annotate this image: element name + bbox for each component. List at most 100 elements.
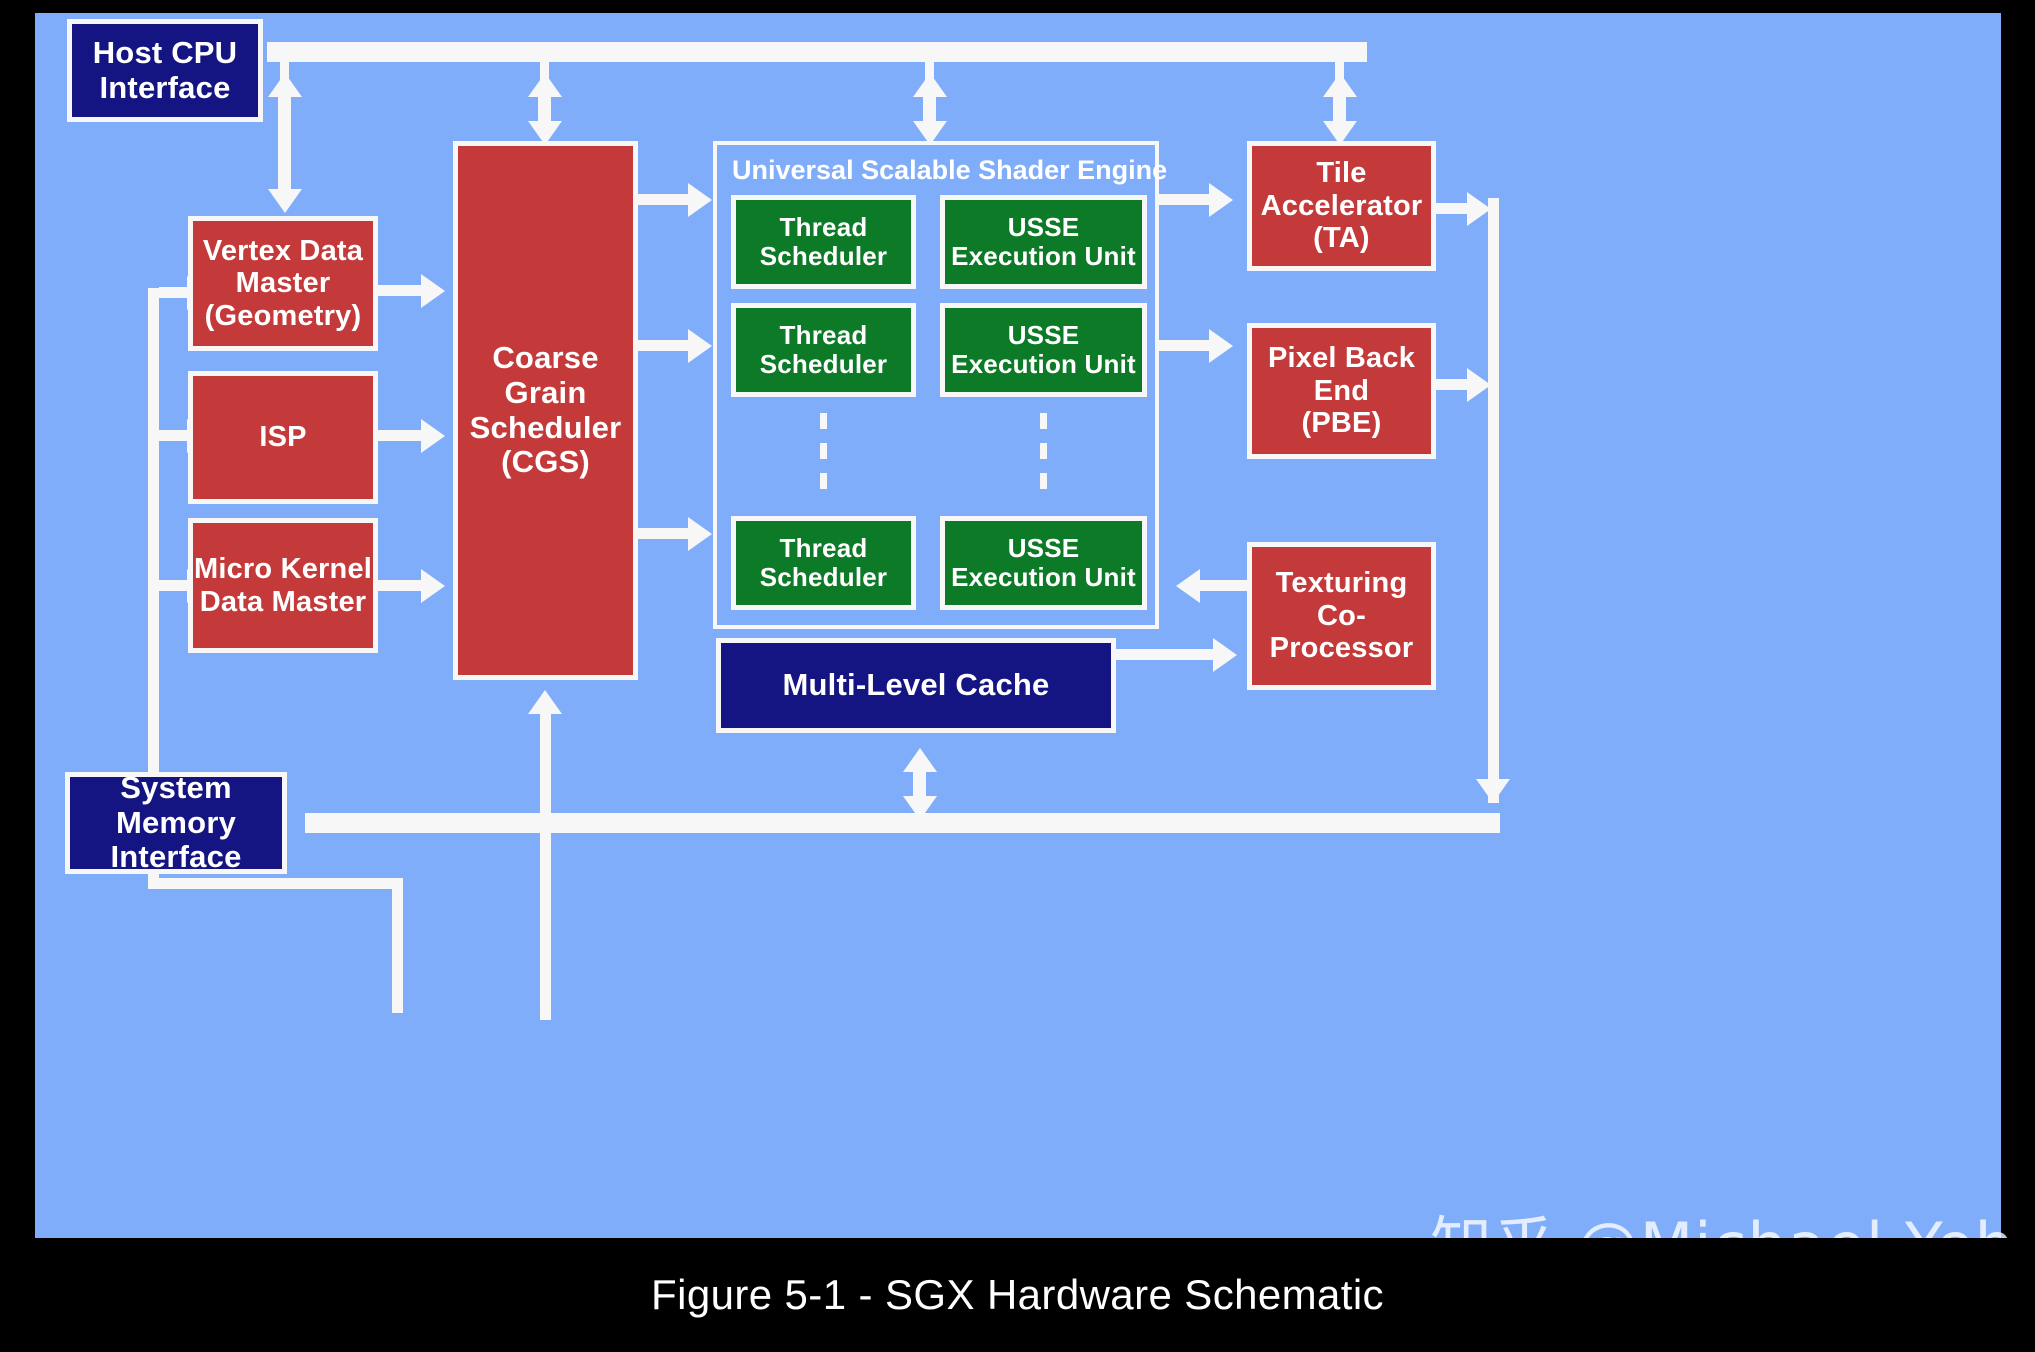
usse-execution-unit-box-2[interactable]: USSE Execution Unit (940, 303, 1147, 397)
system-memory-interface-box[interactable]: System Memory Interface (65, 769, 287, 875)
usse-ellipsis (1040, 413, 1047, 503)
system-memory-line-2: Interface (110, 839, 242, 875)
arrow-cgs-to-hostbus-head (528, 73, 562, 97)
vertex-data-master-line-1: Vertex Data (202, 234, 364, 267)
cache-to-texco-shaft (1116, 649, 1216, 660)
system-memory-line-1: System Memory (115, 769, 237, 840)
cgs-to-usse-shaft-2 (638, 340, 690, 351)
usse-execution-unit-label-2: USSE Execution Unit (951, 320, 1136, 379)
arrow-hostbus-to-vdm-head (268, 189, 302, 213)
thread-scheduler-box-1[interactable]: Thread Scheduler (731, 195, 916, 289)
texturing-co-processor-box[interactable]: Texturing Co- Processor (1247, 542, 1436, 690)
tile-accelerator-box[interactable]: Tile Accelerator (TA) (1247, 141, 1436, 271)
thread-scheduler-box-3[interactable]: Thread Scheduler (731, 516, 916, 610)
thread-scheduler-2-line-1: Thread (779, 319, 868, 350)
usse-to-pbe-head (1209, 329, 1233, 363)
system-memory-interface-label: System Memory Interface (70, 769, 282, 875)
host-bus-horizontal (267, 42, 1367, 62)
usse-2-line-2: Execution Unit (951, 349, 1136, 379)
texco-to-usse-head (1176, 569, 1200, 603)
thread-scheduler-1-line-2: Scheduler (759, 241, 888, 271)
memory-feed-cgs-head (528, 690, 562, 714)
vertex-data-master-line-2: Master (235, 267, 331, 300)
vertex-data-master-line-3: (Geometry) (204, 299, 362, 332)
vertex-data-master-label: Vertex Data Master (Geometry) (203, 235, 363, 332)
pbe-line-2: End (1313, 374, 1370, 407)
usse-execution-unit-box-1[interactable]: USSE Execution Unit (940, 195, 1147, 289)
arrow-vdm-hostbus-shaft (278, 95, 291, 191)
cgs-to-usse-head-3 (688, 517, 712, 551)
vdm-to-cgs-shaft (378, 285, 423, 296)
universal-scalable-shader-engine-title: Universal Scalable Shader Engine (732, 155, 1168, 185)
isp-to-cgs-shaft (378, 430, 423, 441)
usse-3-line-1: USSE (1007, 532, 1080, 563)
pbe-line-1: Pixel Back (1267, 342, 1416, 375)
memory-feed-spine-down (392, 878, 403, 1013)
cgs-to-usse-head-2 (688, 329, 712, 363)
usse-to-pbe-shaft (1159, 340, 1211, 351)
micro-kernel-data-master-box[interactable]: Micro Kernel Data Master (188, 518, 378, 653)
micro-kernel-line-2: Data Master (199, 585, 367, 618)
texco-to-usse-shaft (1200, 580, 1250, 591)
multi-level-cache-box[interactable]: Multi-Level Cache (716, 638, 1116, 733)
cgs-line-4: (CGS) (501, 444, 590, 480)
texco-line-3: Processor (1269, 632, 1414, 665)
texco-line-1: Texturing (1275, 567, 1408, 600)
coarse-grain-scheduler-box[interactable]: Coarse Grain Scheduler (CGS) (453, 141, 638, 680)
right-spine-to-membus-head (1476, 779, 1510, 803)
ta-to-spine-head (1467, 192, 1491, 226)
ta-line-2: Accelerator (1260, 189, 1423, 222)
multi-level-cache-label: Multi-Level Cache (782, 667, 1050, 703)
arrow-usse-to-hostbus-head (913, 73, 947, 97)
usse-to-ta-shaft (1159, 194, 1211, 205)
coarse-grain-scheduler-label: Coarse Grain Scheduler (CGS) (469, 340, 622, 480)
memory-feed-cgs-riser (540, 808, 551, 1020)
pixel-back-end-label: Pixel Back End (PBE) (1268, 342, 1415, 439)
arrow-vdm-to-hostbus-head (268, 73, 302, 97)
thread-scheduler-1-line-1: Thread (779, 211, 868, 242)
ta-line-1: Tile (1316, 157, 1367, 190)
pixel-back-end-box[interactable]: Pixel Back End (PBE) (1247, 323, 1436, 459)
host-cpu-line-1: Host CPU (92, 34, 238, 70)
usse-execution-unit-box-3[interactable]: USSE Execution Unit (940, 516, 1147, 610)
cgs-line-3: Scheduler (469, 409, 622, 445)
mkdm-to-cgs-head (421, 569, 445, 603)
isp-box[interactable]: ISP (188, 371, 378, 504)
cgs-to-usse-shaft-3 (638, 528, 690, 539)
cache-membus-shaft (913, 770, 926, 798)
host-cpu-interface-box[interactable]: Host CPU Interface (67, 19, 263, 122)
thread-scheduler-3-line-2: Scheduler (759, 562, 888, 592)
usse-1-line-1: USSE (1007, 211, 1080, 242)
thread-scheduler-label-2: Thread Scheduler (759, 319, 888, 379)
cgs-to-usse-shaft-1 (638, 194, 690, 205)
texco-line-2: Co- (1317, 599, 1366, 632)
thread-scheduler-2-line-2: Scheduler (759, 349, 888, 379)
texturing-co-processor-label: Texturing Co- Processor (1270, 567, 1414, 664)
usse-execution-unit-label-3: USSE Execution Unit (951, 532, 1136, 592)
cgs-line-1: Coarse (492, 340, 599, 376)
system-memory-bus-horizontal (305, 813, 1500, 833)
sgx-block-diagram: Host CPU Interface Vertex Data Master (G… (35, 13, 2001, 1238)
cache-to-texco-head (1213, 638, 1237, 672)
tile-accelerator-label: Tile Accelerator (TA) (1261, 157, 1423, 254)
cgs-to-usse-head-1 (688, 183, 712, 217)
cgs-line-2: Grain (504, 374, 587, 410)
thread-scheduler-box-2[interactable]: Thread Scheduler (731, 303, 916, 397)
figure-caption-band: Figure 5-1 - SGX Hardware Schematic (0, 1238, 2035, 1352)
micro-kernel-data-master-label: Micro Kernel Data Master (194, 553, 372, 618)
vertex-data-master-box[interactable]: Vertex Data Master (Geometry) (188, 216, 378, 351)
arrow-cgs-hostbus-shaft (538, 95, 551, 123)
ta-line-3: (TA) (1313, 222, 1370, 255)
usse-1-line-2: Execution Unit (951, 241, 1136, 271)
isp-label: ISP (259, 421, 306, 453)
thread-scheduler-ellipsis (820, 413, 827, 503)
usse-3-line-2: Execution Unit (951, 562, 1136, 592)
arrow-ta-to-hostbus-head (1323, 73, 1357, 97)
right-return-spine (1488, 198, 1499, 803)
host-cpu-interface-label: Host CPU Interface (92, 34, 238, 105)
figure-caption: Figure 5-1 - SGX Hardware Schematic (651, 1271, 1384, 1318)
memory-feed-mkdm-shaft (159, 580, 189, 591)
micro-kernel-line-1: Micro Kernel (193, 553, 373, 586)
memory-feed-cgs-shaft (540, 713, 551, 813)
isp-to-cgs-head (421, 419, 445, 453)
